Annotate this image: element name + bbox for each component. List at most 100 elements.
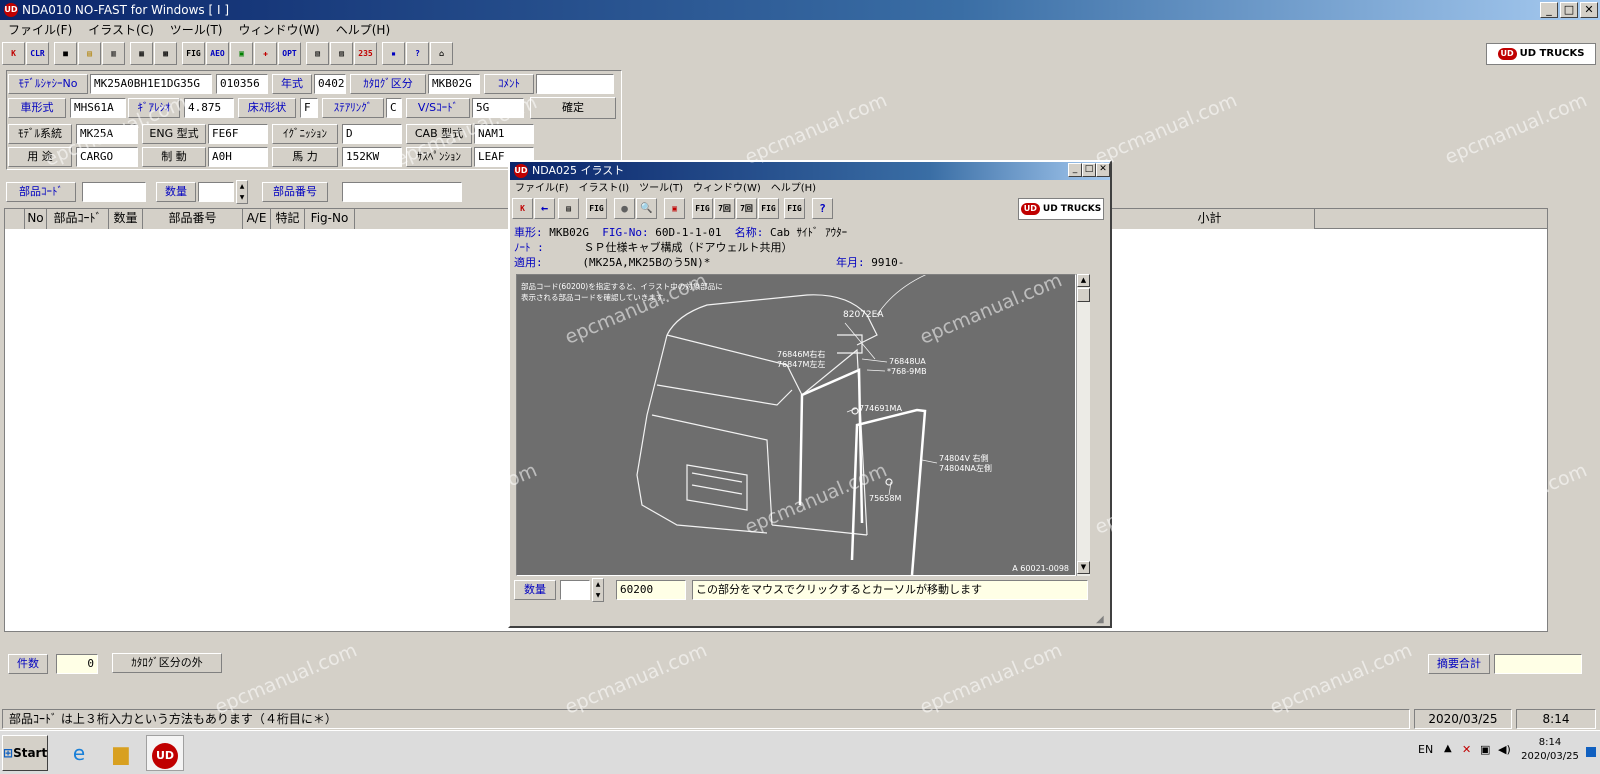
language-indicator[interactable]: EN: [1418, 743, 1433, 756]
illust-menu-file[interactable]: ファイル(F): [510, 181, 574, 197]
model-chassis-field[interactable]: MK25A0BH1E1DG35G: [90, 74, 212, 94]
clipboard-icon[interactable]: ▨: [330, 42, 353, 65]
save-icon[interactable]: ■: [54, 42, 77, 65]
scroll-up-arrow-icon[interactable]: ▲: [1077, 274, 1090, 287]
network-icon[interactable]: ✕: [1462, 743, 1471, 756]
steering-field[interactable]: C: [386, 98, 402, 118]
file-explorer-icon[interactable]: ▆: [102, 735, 140, 771]
part-label-75658m[interactable]: 75658M: [869, 494, 901, 503]
fit-view-icon[interactable]: ▣: [664, 198, 685, 219]
figure-list-icon[interactable]: FIG: [784, 198, 805, 219]
exit-icon[interactable]: K: [2, 42, 25, 65]
vehicle-type-field[interactable]: MHS61A: [70, 98, 126, 118]
cab-type-field[interactable]: NAM1: [474, 124, 534, 144]
part-label-76848ua[interactable]: 76848UA: [889, 357, 926, 366]
exit-icon[interactable]: K: [512, 198, 533, 219]
col-part-number[interactable]: 部品番号: [143, 209, 243, 229]
catalog-field[interactable]: MKB02G: [428, 74, 480, 94]
confirm-button[interactable]: 確定: [530, 97, 616, 119]
model-series-field[interactable]: MK25A: [76, 124, 138, 144]
illust-qty-input[interactable]: [560, 580, 590, 600]
figure-icon[interactable]: FIG: [586, 198, 607, 219]
illust-menu-help[interactable]: ヘルプ(H): [766, 181, 821, 197]
figure-list-icon[interactable]: ▩: [154, 42, 177, 65]
help-icon[interactable]: ?: [406, 42, 429, 65]
chevron-up-icon[interactable]: ▲: [593, 579, 603, 590]
col-fig-no[interactable]: Fig-No: [305, 209, 355, 229]
book-icon[interactable]: ▧: [306, 42, 329, 65]
tray-expand-icon[interactable]: ▲: [1444, 743, 1452, 754]
chevron-down-icon[interactable]: ▼: [237, 192, 247, 203]
col-special[interactable]: 特記: [271, 209, 305, 229]
internet-explorer-icon[interactable]: e: [60, 735, 98, 771]
first-figure-icon[interactable]: FIG: [692, 198, 713, 219]
volume-icon[interactable]: ◀): [1498, 743, 1511, 756]
catalog-icon[interactable]: ▦: [130, 42, 153, 65]
vs-code-field[interactable]: 5G: [472, 98, 524, 118]
users-icon[interactable]: ▪: [382, 42, 405, 65]
illust-menu-window[interactable]: ウィンドウ(W): [688, 181, 766, 197]
minimize-button[interactable]: _: [1540, 2, 1558, 18]
part-label-82072ea[interactable]: 82072EA: [843, 310, 884, 320]
notification-icon[interactable]: [1586, 747, 1596, 757]
print-icon[interactable]: ▤: [558, 198, 579, 219]
catalog-outside-button[interactable]: ｶﾀﾛｸﾞ区分の外: [112, 653, 222, 673]
illust-cursor-message[interactable]: この部分をマウスでクリックするとカーソルが移動します: [692, 580, 1088, 600]
part-label-774691ma[interactable]: 774691MA: [859, 404, 902, 413]
scroll-down-arrow-icon[interactable]: ▼: [1077, 561, 1090, 574]
menu-window[interactable]: ウィンドウ(W): [231, 20, 328, 40]
illustration-scrollbar[interactable]: ▲ ▼: [1076, 274, 1090, 576]
tray-app-icon[interactable]: ▣: [1480, 743, 1490, 756]
year-field[interactable]: 0402: [314, 74, 346, 94]
illust-menu-tools[interactable]: ツール(T): [634, 181, 688, 197]
part-label-76846m[interactable]: 76846M右右: [777, 349, 825, 359]
part-label-74804v[interactable]: 74804V 右側: [939, 453, 988, 463]
resize-grip-icon[interactable]: ◢: [1096, 614, 1104, 625]
chevron-down-icon[interactable]: ▼: [593, 590, 603, 601]
comment-field[interactable]: [536, 74, 614, 94]
back-arrow-icon[interactable]: ←: [534, 198, 555, 219]
maximize-button[interactable]: □: [1560, 2, 1578, 18]
number-icon[interactable]: 235: [354, 42, 377, 65]
ud-app-taskbar-button[interactable]: UD: [146, 735, 184, 771]
start-button[interactable]: ⊞Start: [2, 735, 48, 771]
usage-field[interactable]: CARGO: [76, 147, 138, 167]
aeo-icon[interactable]: AEO: [206, 42, 229, 65]
power-field[interactable]: 152KW: [342, 147, 402, 167]
scroll-thumb[interactable]: [1077, 288, 1090, 302]
brake-field[interactable]: A0H: [208, 147, 268, 167]
gear-ratio-field[interactable]: 4.875: [184, 98, 234, 118]
print-icon[interactable]: ▥: [102, 42, 125, 65]
part-code-input[interactable]: [82, 182, 146, 202]
illustration-canvas[interactable]: 部品コード(60200)を指定すると、イラスト中の対象部品に 表示される部品コー…: [516, 274, 1076, 576]
illust-menu-illust[interactable]: イラスト(I): [574, 181, 635, 197]
col-ae[interactable]: A/E: [243, 209, 271, 229]
quantity-input[interactable]: [198, 182, 234, 202]
help-icon[interactable]: ?: [812, 198, 833, 219]
part-label-7689mb[interactable]: *768-9MB: [887, 367, 927, 376]
chevron-up-icon[interactable]: ▲: [237, 181, 247, 192]
option-icon[interactable]: OPT: [278, 42, 301, 65]
prev-figure-icon[interactable]: 7回: [714, 198, 735, 219]
menu-tools[interactable]: ツール(T): [162, 20, 231, 40]
illust-qty-stepper[interactable]: ▲ ▼: [592, 578, 604, 602]
next-figure-icon[interactable]: 7回: [736, 198, 757, 219]
illust-minimize-button[interactable]: _: [1068, 163, 1082, 177]
taskbar-clock[interactable]: 8:14 2020/03/25: [1520, 736, 1580, 764]
close-button[interactable]: ✕: [1580, 2, 1598, 18]
chart-icon[interactable]: ▣: [230, 42, 253, 65]
menu-help[interactable]: ヘルプ(H): [328, 20, 398, 40]
quantity-stepper[interactable]: ▲ ▼: [236, 180, 248, 204]
last-figure-icon[interactable]: FIG: [758, 198, 779, 219]
col-quantity[interactable]: 数量: [109, 209, 143, 229]
eng-type-field[interactable]: FE6F: [208, 124, 268, 144]
illust-maximize-button[interactable]: □: [1082, 163, 1096, 177]
part-number-input[interactable]: [342, 182, 462, 202]
record-icon[interactable]: ●: [614, 198, 635, 219]
illust-close-button[interactable]: ✕: [1096, 163, 1110, 177]
illust-part-code-field[interactable]: 60200: [616, 580, 686, 600]
menu-illust[interactable]: イラスト(C): [80, 20, 162, 40]
open-folder-icon[interactable]: ▤: [78, 42, 101, 65]
menu-file[interactable]: ファイル(F): [0, 20, 80, 40]
part-label-74804na[interactable]: 74804NA左側: [939, 463, 992, 473]
